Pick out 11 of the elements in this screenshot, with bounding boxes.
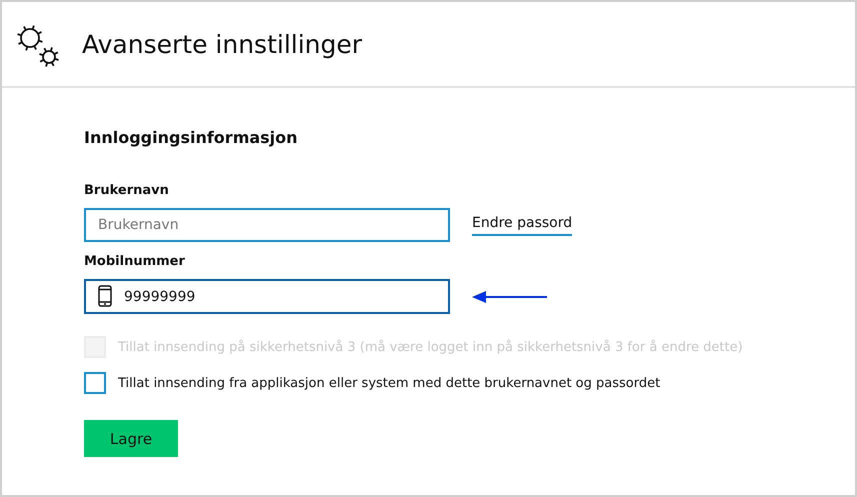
window-title: Avanserte innstillinger xyxy=(82,30,362,58)
mobile-field[interactable]: 99999999 xyxy=(84,279,450,314)
section-title: Innloggingsinformasjon xyxy=(84,128,299,147)
checkbox-label: Tillat innsending fra applikasjon eller system med dette brukernavnet og passordet xyxy=(118,376,660,390)
field-label: Brukernavn xyxy=(84,183,170,198)
change-password-link[interactable]: Endre passord xyxy=(472,214,572,236)
field-label: Mobilnummer xyxy=(84,254,186,269)
save-button[interactable]: Lagre xyxy=(84,420,178,457)
phone-icon xyxy=(98,285,112,307)
username-field[interactable]: Brukernavn xyxy=(84,208,450,242)
checkbox[interactable] xyxy=(84,372,106,394)
